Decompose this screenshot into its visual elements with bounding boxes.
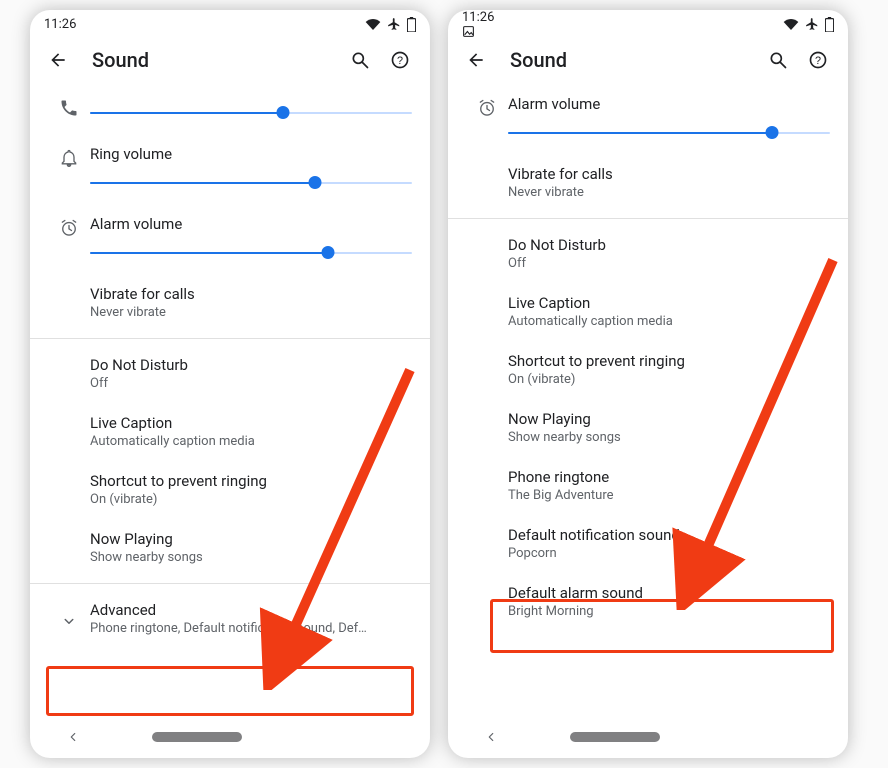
bell-icon bbox=[48, 144, 90, 168]
battery-icon bbox=[825, 17, 834, 32]
nav-bar bbox=[448, 716, 848, 758]
caption-sub: Automatically caption media bbox=[508, 313, 830, 331]
status-time: 11:26 bbox=[44, 17, 76, 32]
media-volume-row[interactable] bbox=[30, 84, 430, 134]
nav-home-pill[interactable] bbox=[152, 732, 242, 742]
notif-label: Default notification sound bbox=[508, 525, 830, 545]
search-button[interactable] bbox=[344, 44, 376, 76]
nowplaying-label: Now Playing bbox=[90, 529, 412, 549]
dnd-label: Do Not Disturb bbox=[90, 355, 412, 375]
advanced-row[interactable]: Advanced Phone ringtone, Default notific… bbox=[30, 590, 430, 648]
status-bar: 11:26 bbox=[30, 10, 430, 36]
chevron-down-icon bbox=[48, 608, 90, 630]
live-caption-row[interactable]: Live Caption Automatically caption media bbox=[448, 283, 848, 341]
default-notification-sound-row[interactable]: Default notification sound Popcorn bbox=[448, 515, 848, 573]
vibrate-sub: Never vibrate bbox=[508, 184, 830, 202]
vibrate-label: Vibrate for calls bbox=[90, 284, 412, 304]
nowplaying-sub: Show nearby songs bbox=[90, 549, 412, 567]
caption-label: Live Caption bbox=[90, 413, 412, 433]
svg-text:?: ? bbox=[397, 55, 403, 67]
wifi-icon bbox=[365, 18, 381, 30]
advanced-sub: Phone ringtone, Default notification sou… bbox=[90, 620, 412, 638]
caption-label: Live Caption bbox=[508, 293, 830, 313]
phone-icon bbox=[48, 94, 90, 118]
shortcut-label: Shortcut to prevent ringing bbox=[508, 351, 830, 371]
vibrate-sub: Never vibrate bbox=[90, 304, 412, 322]
divider bbox=[30, 583, 430, 584]
settings-list: Ring volume Alarm volume bbox=[30, 84, 430, 716]
nav-bar bbox=[30, 716, 430, 758]
notif-sub: Popcorn bbox=[508, 545, 830, 563]
now-playing-row[interactable]: Now Playing Show nearby songs bbox=[30, 519, 430, 577]
ringtone-label: Phone ringtone bbox=[508, 467, 830, 487]
alarm-volume-row[interactable]: Alarm volume bbox=[448, 84, 848, 154]
status-bar: 11:26 bbox=[448, 10, 848, 36]
shortcut-label: Shortcut to prevent ringing bbox=[90, 471, 412, 491]
advanced-label: Advanced bbox=[90, 600, 412, 620]
svg-text:?: ? bbox=[815, 55, 821, 67]
ring-volume-slider[interactable] bbox=[90, 176, 412, 190]
page-title: Sound bbox=[510, 48, 754, 72]
shortcut-sub: On (vibrate) bbox=[508, 371, 830, 389]
live-caption-row[interactable]: Live Caption Automatically caption media bbox=[30, 403, 430, 461]
media-volume-slider[interactable] bbox=[90, 106, 412, 120]
ring-volume-label: Ring volume bbox=[90, 144, 412, 164]
nowplaying-sub: Show nearby songs bbox=[508, 429, 830, 447]
page-title: Sound bbox=[92, 48, 336, 72]
alarmsnd-sub: Bright Morning bbox=[508, 603, 830, 621]
alarm-volume-slider[interactable] bbox=[508, 126, 830, 140]
divider bbox=[30, 338, 430, 339]
vibrate-label: Vibrate for calls bbox=[508, 164, 830, 184]
app-bar: Sound ? bbox=[448, 36, 848, 84]
help-button[interactable]: ? bbox=[384, 44, 416, 76]
app-bar: Sound ? bbox=[30, 36, 430, 84]
dnd-label: Do Not Disturb bbox=[508, 235, 830, 255]
alarm-icon bbox=[48, 214, 90, 238]
dnd-sub: Off bbox=[90, 375, 412, 393]
alarm-volume-slider[interactable] bbox=[90, 246, 412, 260]
alarmsnd-label: Default alarm sound bbox=[508, 583, 830, 603]
dnd-row[interactable]: Do Not Disturb Off bbox=[30, 345, 430, 403]
airplane-icon bbox=[805, 17, 819, 31]
phone-left: 11:26 Sound ? bbox=[30, 10, 430, 758]
alarm-volume-label: Alarm volume bbox=[90, 214, 412, 234]
nav-back-button[interactable] bbox=[484, 730, 498, 744]
ring-volume-row[interactable]: Ring volume bbox=[30, 134, 430, 204]
default-alarm-sound-row[interactable]: Default alarm sound Bright Morning bbox=[448, 573, 848, 631]
shortcut-row[interactable]: Shortcut to prevent ringing On (vibrate) bbox=[30, 461, 430, 519]
wifi-icon bbox=[783, 18, 799, 30]
search-button[interactable] bbox=[762, 44, 794, 76]
divider bbox=[448, 218, 848, 219]
caption-sub: Automatically caption media bbox=[90, 433, 412, 451]
alarm-icon bbox=[466, 94, 508, 118]
picture-icon bbox=[462, 25, 500, 38]
vibrate-for-calls-row[interactable]: Vibrate for calls Never vibrate bbox=[30, 274, 430, 332]
shortcut-row[interactable]: Shortcut to prevent ringing On (vibrate) bbox=[448, 341, 848, 399]
vibrate-for-calls-row[interactable]: Vibrate for calls Never vibrate bbox=[448, 154, 848, 212]
help-button[interactable]: ? bbox=[802, 44, 834, 76]
phone-right: 11:26 Sound bbox=[448, 10, 848, 758]
airplane-icon bbox=[387, 17, 401, 31]
alarm-volume-label: Alarm volume bbox=[508, 94, 830, 114]
dnd-row[interactable]: Do Not Disturb Off bbox=[448, 225, 848, 283]
shortcut-sub: On (vibrate) bbox=[90, 491, 412, 509]
back-button[interactable] bbox=[44, 46, 72, 74]
status-time: 11:26 bbox=[462, 10, 494, 25]
nav-back-button[interactable] bbox=[66, 730, 80, 744]
alarm-volume-row[interactable]: Alarm volume bbox=[30, 204, 430, 274]
nav-home-pill[interactable] bbox=[570, 732, 660, 742]
ringtone-sub: The Big Adventure bbox=[508, 487, 830, 505]
dnd-sub: Off bbox=[508, 255, 830, 273]
now-playing-row[interactable]: Now Playing Show nearby songs bbox=[448, 399, 848, 457]
nowplaying-label: Now Playing bbox=[508, 409, 830, 429]
phone-ringtone-row[interactable]: Phone ringtone The Big Adventure bbox=[448, 457, 848, 515]
battery-icon bbox=[407, 17, 416, 32]
settings-list: Alarm volume Vibrate for calls Never vib… bbox=[448, 84, 848, 716]
back-button[interactable] bbox=[462, 46, 490, 74]
